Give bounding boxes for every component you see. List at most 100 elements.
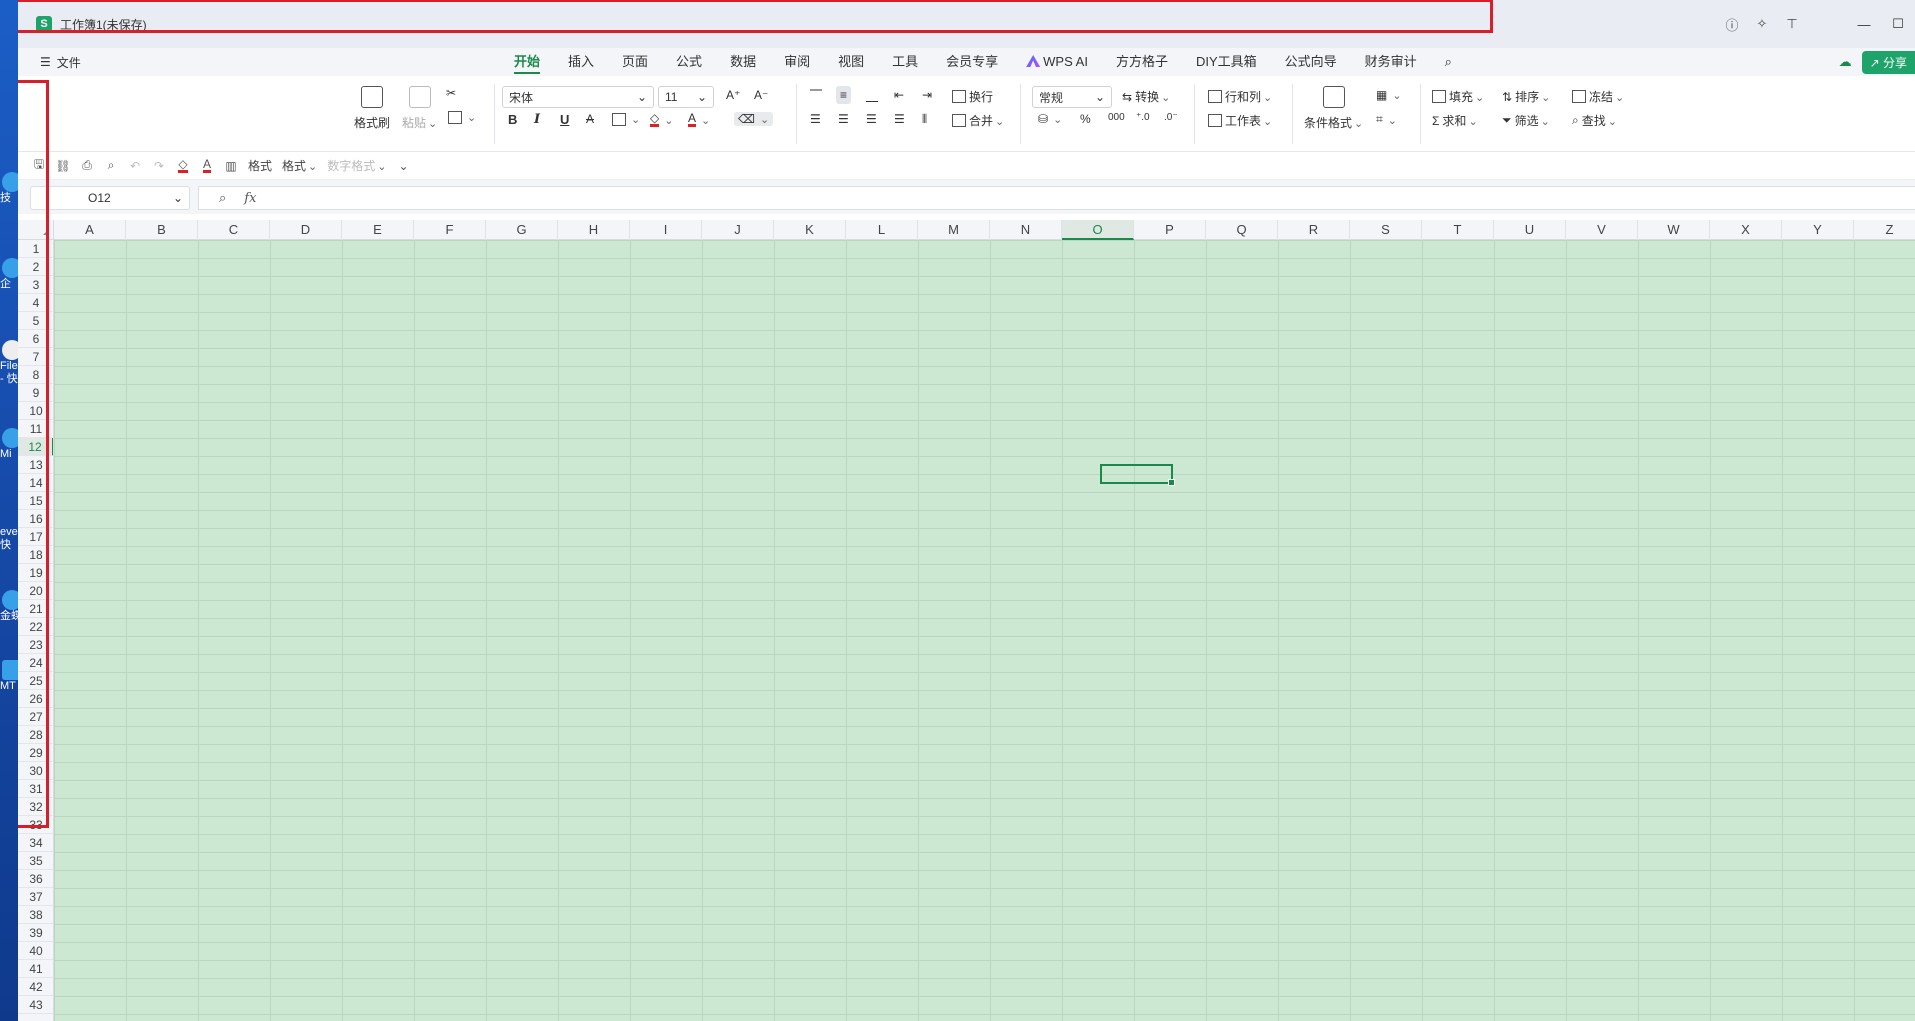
tab-fangfang[interactable]: 方方格子	[1102, 48, 1182, 76]
row-header-41[interactable]: 41	[18, 960, 53, 978]
align-top-icon[interactable]: ⎺	[810, 88, 822, 103]
cloud-upload-icon[interactable]: ☁	[1839, 54, 1852, 70]
row-header-15[interactable]: 15	[18, 492, 53, 510]
font-color-button[interactable]: A	[688, 112, 710, 127]
column-header-w[interactable]: W	[1638, 220, 1710, 240]
cell-style-button[interactable]: ▦	[1376, 88, 1402, 102]
bold-button[interactable]: B	[508, 112, 517, 127]
column-header-n[interactable]: N	[990, 220, 1062, 240]
clear-format-button[interactable]: ⌫	[734, 112, 774, 126]
row-header-38[interactable]: 38	[18, 906, 53, 924]
column-header-z[interactable]: Z	[1854, 220, 1915, 240]
tab-data[interactable]: 数据	[716, 48, 770, 76]
row-header-20[interactable]: 20	[18, 582, 53, 600]
format-dropdown-button[interactable]: 格式	[282, 157, 317, 174]
align-right-icon[interactable]: ☰	[866, 112, 877, 126]
selected-cell[interactable]	[1100, 464, 1175, 486]
row-header-40[interactable]: 40	[18, 942, 53, 960]
column-header-a[interactable]: A	[54, 220, 126, 240]
tab-finance-audit[interactable]: 财务审计	[1351, 48, 1431, 76]
column-header-l[interactable]: L	[846, 220, 918, 240]
align-center-icon[interactable]: ☰	[838, 112, 849, 126]
row-header-32[interactable]: 32	[18, 798, 53, 816]
font-name-select[interactable]: 宋体 ⌄	[502, 86, 654, 108]
column-header-f[interactable]: F	[414, 220, 486, 240]
filter-button[interactable]: ⏷ 筛选	[1502, 112, 1550, 129]
tab-member[interactable]: 会员专享	[932, 48, 1012, 76]
column-header-q[interactable]: Q	[1206, 220, 1278, 240]
row-header-36[interactable]: 36	[18, 870, 53, 888]
sort-button[interactable]: ⇅ 排序	[1502, 88, 1550, 105]
align-middle-icon[interactable]: ≡	[836, 86, 852, 104]
link-icon[interactable]: ⛓	[55, 159, 70, 173]
row-header-18[interactable]: 18	[18, 546, 53, 564]
column-header-g[interactable]: G	[486, 220, 558, 240]
decrease-font-icon[interactable]: A⁻	[754, 88, 768, 102]
row-header-34[interactable]: 34	[18, 834, 53, 852]
row-header-23[interactable]: 23	[18, 636, 53, 654]
row-header-24[interactable]: 24	[18, 654, 53, 672]
row-header-7[interactable]: 7	[18, 348, 53, 366]
row-header-22[interactable]: 22	[18, 618, 53, 636]
align-left-icon[interactable]: ☰	[810, 112, 821, 126]
format-painter-button[interactable]: 格式刷	[354, 86, 390, 131]
sum-button[interactable]: Σ 求和	[1432, 112, 1478, 129]
column-header-t[interactable]: T	[1422, 220, 1494, 240]
row-header-42[interactable]: 42	[18, 978, 53, 996]
font-size-select[interactable]: 11 ⌄	[658, 86, 714, 108]
number-format-select[interactable]: 常规 ⌄	[1032, 86, 1112, 108]
currency-button[interactable]: ⛁	[1038, 112, 1062, 126]
search-icon[interactable]: ⌕	[1431, 48, 1466, 76]
column-header-r[interactable]: R	[1278, 220, 1350, 240]
strikethrough-icon[interactable]: A	[586, 112, 594, 126]
number-format-quick-button[interactable]: 数字格式	[327, 157, 386, 174]
column-header-y[interactable]: Y	[1782, 220, 1854, 240]
column-header-s[interactable]: S	[1350, 220, 1422, 240]
paste-button[interactable]: 粘贴	[402, 86, 437, 131]
undo-icon[interactable]: ↶	[128, 159, 142, 173]
align-bottom-icon[interactable]: ⎽	[866, 88, 878, 103]
row-header-21[interactable]: 21	[18, 600, 53, 618]
column-header-i[interactable]: I	[630, 220, 702, 240]
column-header-p[interactable]: P	[1134, 220, 1206, 240]
row-header-3[interactable]: 3	[18, 276, 53, 294]
row-header-30[interactable]: 30	[18, 762, 53, 780]
row-header-1[interactable]: 1	[18, 240, 53, 258]
decrease-indent-icon[interactable]: ⇤	[894, 88, 904, 102]
chevron-down-icon[interactable]: ⌄	[396, 159, 410, 173]
redo-icon[interactable]: ↷	[152, 159, 166, 173]
row-header-4[interactable]: 4	[18, 294, 53, 312]
print-icon[interactable]: ⎙	[80, 158, 94, 173]
merge-button[interactable]: 合并	[952, 112, 1004, 129]
row-header-25[interactable]: 25	[18, 672, 53, 690]
maximize-icon[interactable]: ☐	[1881, 9, 1915, 39]
column-header-u[interactable]: U	[1494, 220, 1566, 240]
fill-color-button[interactable]: ◇	[650, 112, 673, 127]
justify-icon[interactable]: ☰	[894, 112, 905, 126]
tab-formula-wizard[interactable]: 公式向导	[1271, 48, 1351, 76]
save-icon[interactable]: 🖫	[32, 157, 46, 173]
row-header-27[interactable]: 27	[18, 708, 53, 726]
file-menu[interactable]: ☰ 文件	[40, 54, 81, 71]
tab-home[interactable]: 开始	[500, 48, 554, 76]
decrease-decimal-icon[interactable]: .0⁻	[1164, 112, 1178, 123]
increase-indent-icon[interactable]: ⇥	[922, 88, 932, 102]
increase-decimal-icon[interactable]: ⁺.0	[1136, 112, 1150, 123]
fx-icon[interactable]: fx	[244, 191, 256, 206]
percent-icon[interactable]: %	[1080, 112, 1091, 126]
border-button[interactable]	[612, 112, 640, 126]
row-header-39[interactable]: 39	[18, 924, 53, 942]
font-color-quick-icon[interactable]: A	[200, 158, 214, 173]
tab-wps-ai[interactable]: WPS AI	[1012, 48, 1102, 76]
find-button[interactable]: ⌕ 查找	[1572, 112, 1617, 129]
row-header-37[interactable]: 37	[18, 888, 53, 906]
fill-button[interactable]: 填充	[1432, 88, 1484, 105]
zoom-icon[interactable]: ⌕	[219, 190, 226, 206]
column-header-m[interactable]: M	[918, 220, 990, 240]
row-header-33[interactable]: 33	[18, 816, 53, 834]
column-header-e[interactable]: E	[342, 220, 414, 240]
crop-button[interactable]: ⌗	[1376, 112, 1397, 127]
tab-diy-toolbox[interactable]: DIY工具箱	[1182, 48, 1271, 76]
row-header-43[interactable]: 43	[18, 996, 53, 1014]
row-header-19[interactable]: 19	[18, 564, 53, 582]
